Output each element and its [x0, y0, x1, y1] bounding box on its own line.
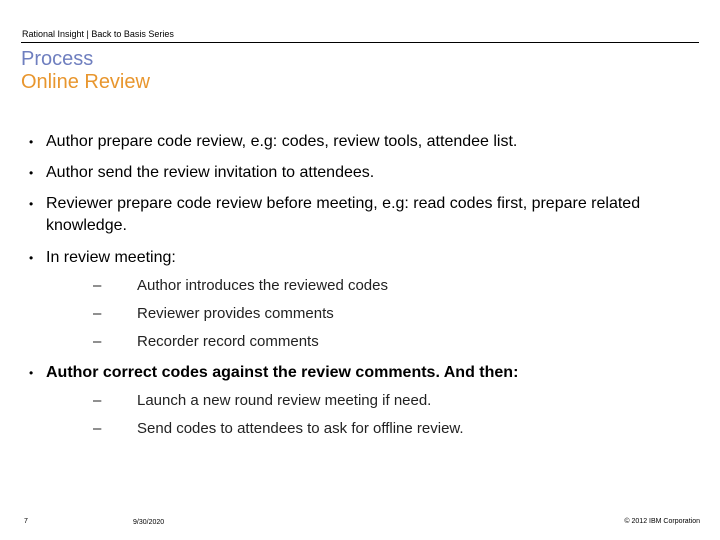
- header-divider: [21, 42, 699, 43]
- sub-item-text: Reviewer provides comments: [137, 305, 334, 322]
- dash-icon: –: [93, 333, 102, 350]
- slide-subtitle: Online Review: [21, 71, 150, 93]
- bullet-icon: •: [29, 197, 34, 211]
- bullet-text: Author prepare code review, e.g: codes, …: [46, 133, 518, 150]
- bullet-icon: •: [29, 251, 34, 265]
- bullet-text: Author send the review invitation to att…: [46, 164, 375, 181]
- slide-title: Process: [21, 48, 94, 70]
- page-number: 7: [24, 518, 28, 525]
- dash-icon: –: [93, 420, 102, 437]
- bullet-text: Reviewer prepare code review before meet…: [46, 195, 641, 234]
- sub-item-text: Send codes to attendees to ask for offli…: [137, 420, 464, 437]
- dash-icon: –: [93, 277, 102, 294]
- header-series: Rational Insight | Back to Basis Series: [22, 29, 174, 39]
- footer-copyright: © 2012 IBM Corporation: [624, 518, 700, 525]
- bullet-text: In review meeting:: [46, 249, 176, 266]
- sub-item-text: Recorder record comments: [137, 333, 319, 350]
- bullet-icon: •: [29, 366, 34, 380]
- bullet-icon: •: [29, 135, 34, 149]
- sub-item-text: Launch a new round review meeting if nee…: [137, 392, 432, 409]
- dash-icon: –: [93, 392, 102, 409]
- dash-icon: –: [93, 305, 102, 322]
- bullet-icon: •: [29, 166, 34, 180]
- footer-date: 9/30/2020: [133, 519, 165, 526]
- sub-item-text: Author introduces the reviewed codes: [137, 277, 388, 294]
- bullet-text: Author correct codes against the review …: [46, 364, 519, 381]
